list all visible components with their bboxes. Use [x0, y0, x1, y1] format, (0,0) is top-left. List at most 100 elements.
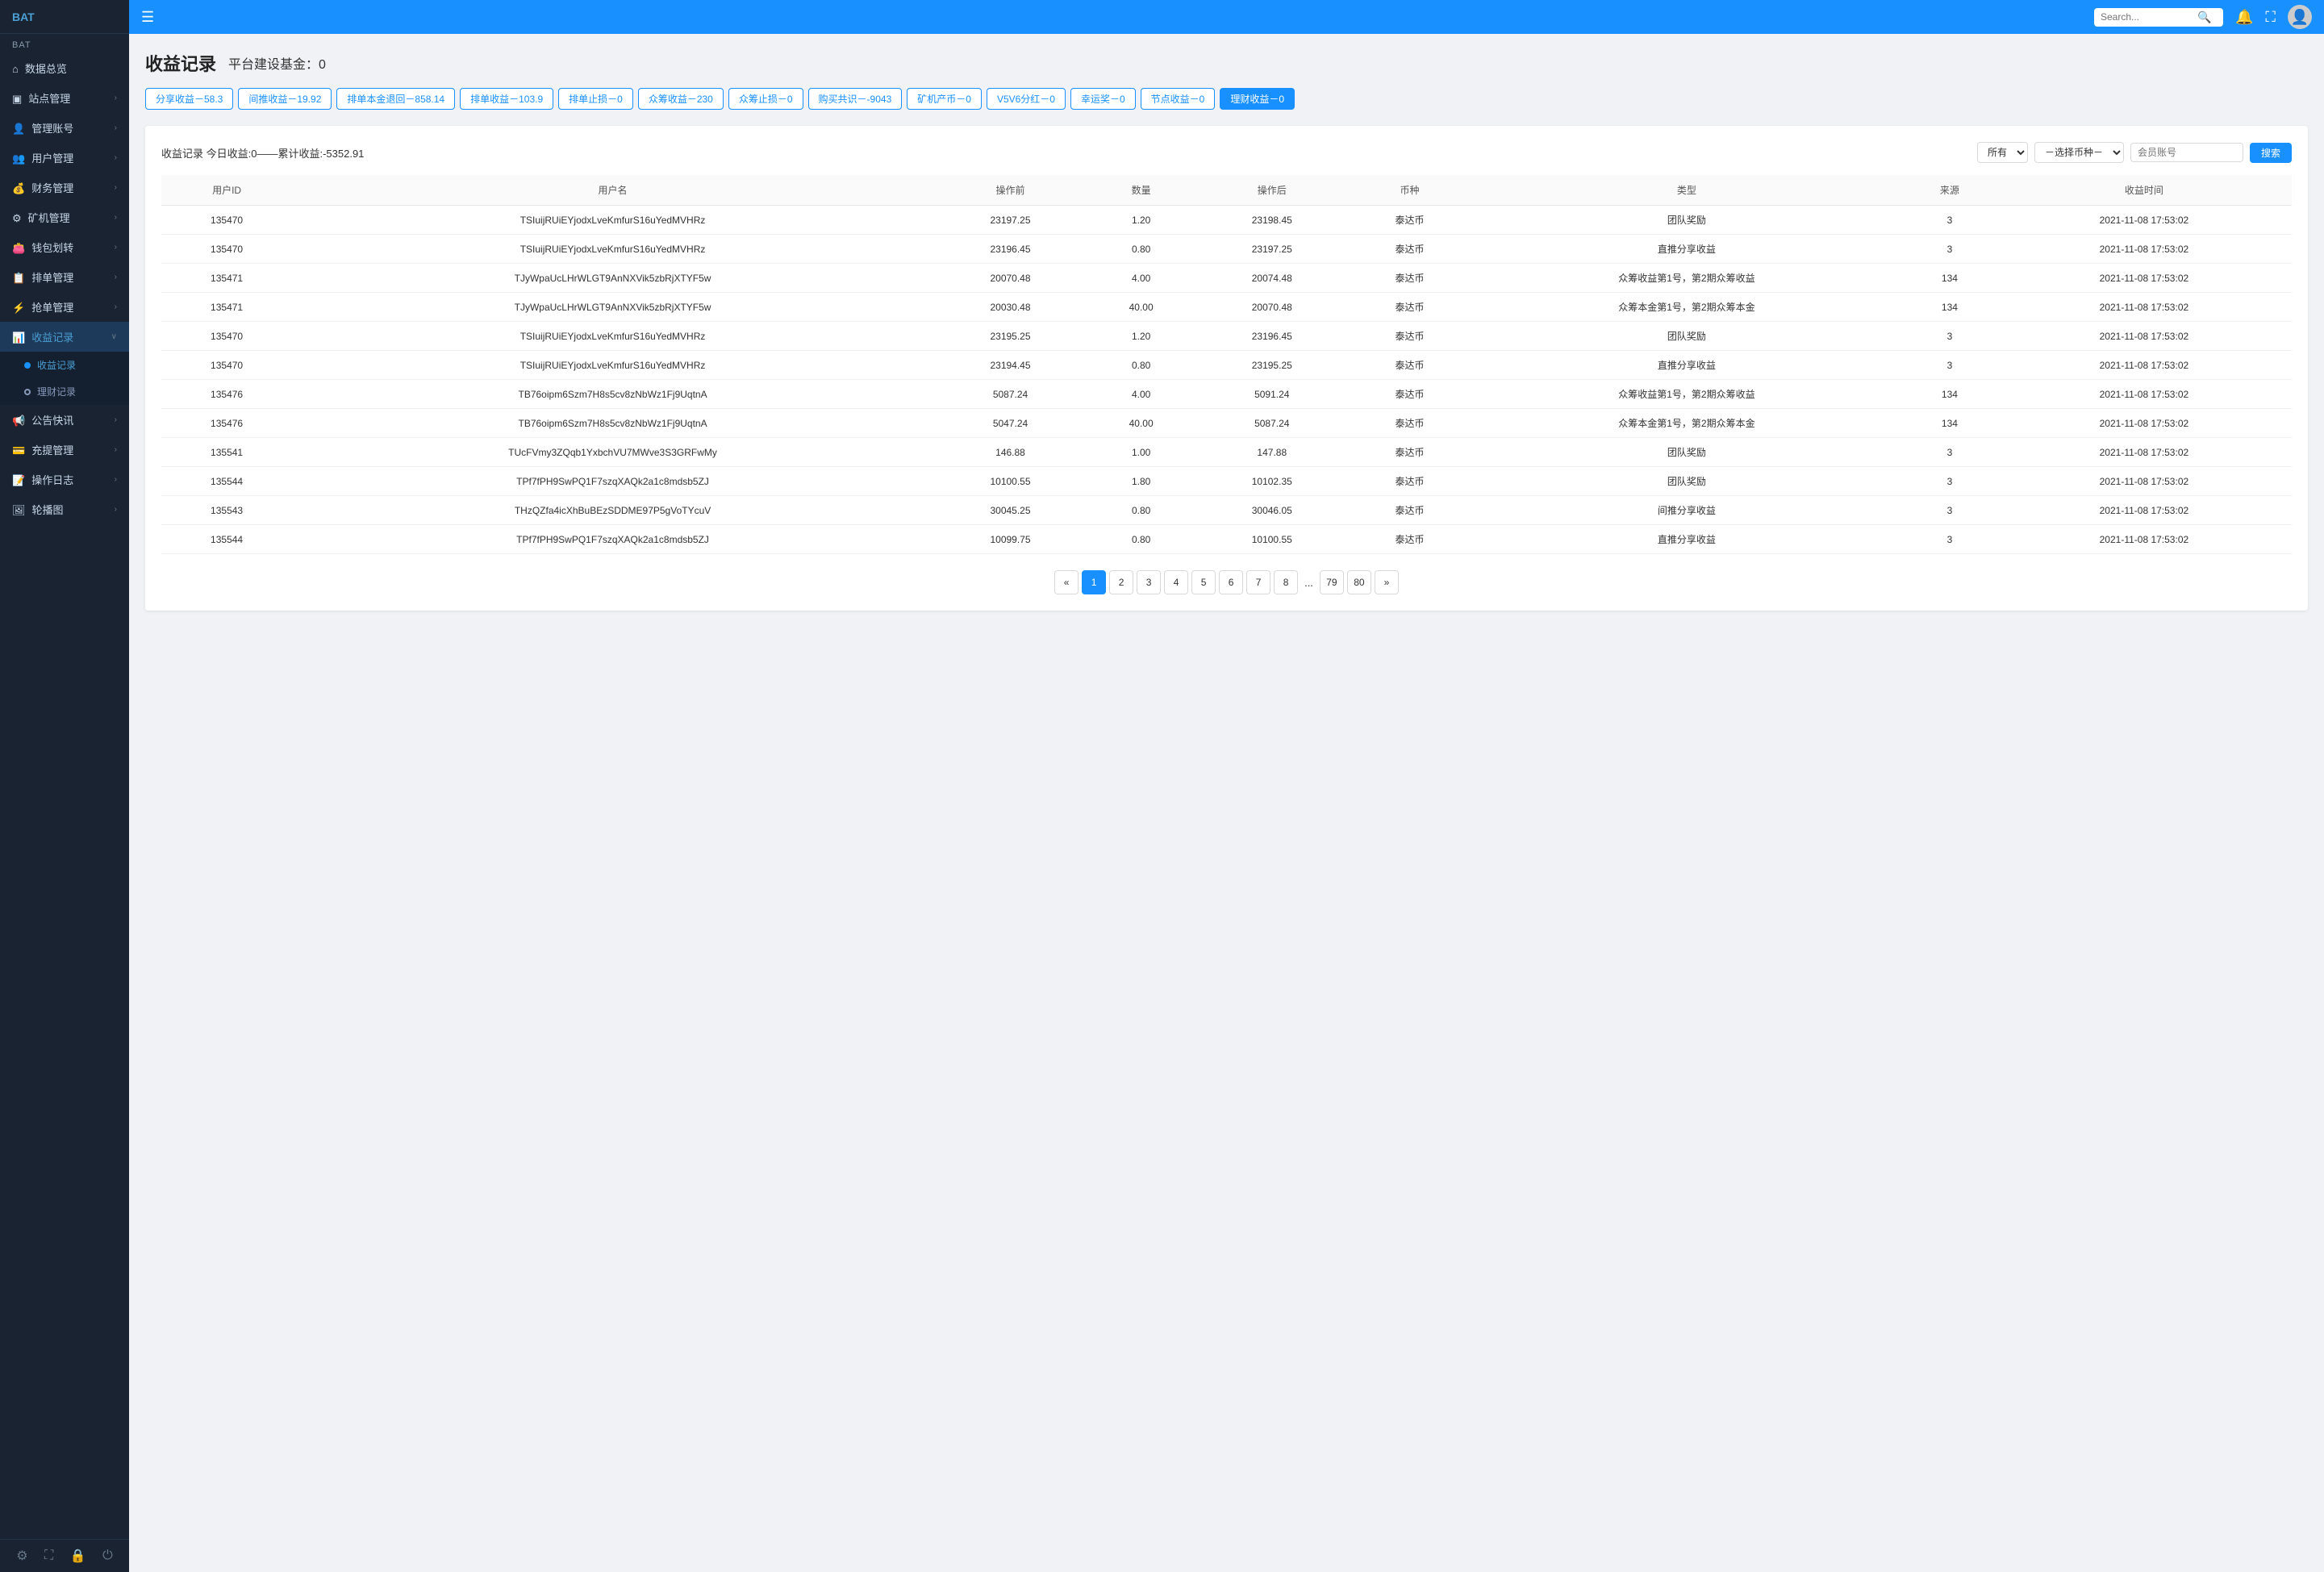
table-row: 135470TSIuijRUiEYjodxLveKmfurS16uYedMVHR… — [161, 235, 2292, 264]
cell-before: 20030.48 — [933, 293, 1087, 322]
col-source: 来源 — [1903, 175, 1996, 206]
sidebar-logo: BAT — [0, 0, 129, 34]
page-6[interactable]: 6 — [1219, 570, 1243, 594]
cell-amount: 1.20 — [1087, 206, 1195, 235]
filter-tab-lucky[interactable]: 幸运奖－0 — [1070, 88, 1136, 110]
filter-tab-share[interactable]: 分享收益－58.3 — [145, 88, 233, 110]
cell-id: 135470 — [161, 322, 292, 351]
filter-tab-crowd-income[interactable]: 众筹收益－230 — [638, 88, 724, 110]
sidebar-item-dashboard[interactable]: ⌂数据总览 — [0, 53, 129, 83]
sidebar-item-announce[interactable]: 📢公告快讯 › — [0, 405, 129, 435]
power-icon[interactable]: ⏻ — [102, 1549, 113, 1563]
sidebar-item-income[interactable]: 📊收益记录 ∨ — [0, 322, 129, 352]
col-type: 类型 — [1471, 175, 1903, 206]
account-icon: 👤 — [12, 123, 25, 135]
sidebar-item-finance[interactable]: 💰财务管理 › — [0, 173, 129, 202]
chevron-right-icon: › — [115, 445, 117, 454]
page-2[interactable]: 2 — [1109, 570, 1133, 594]
page-3[interactable]: 3 — [1137, 570, 1161, 594]
sidebar-item-account[interactable]: 👤管理账号 › — [0, 113, 129, 143]
expand-icon[interactable]: ⛶ — [2265, 9, 2276, 26]
cell-time: 2021-11-08 17:53:02 — [1996, 351, 2292, 380]
filter-tab-buy-common[interactable]: 购买共识－-9043 — [808, 88, 903, 110]
fullscreen-icon[interactable]: ⛶ — [44, 1549, 53, 1563]
page-80[interactable]: 80 — [1347, 570, 1371, 594]
table-row: 135541TUcFVmy3ZQqb1YxbchVU7MWve3S3GRFwMy… — [161, 438, 2292, 467]
cell-time: 2021-11-08 17:53:02 — [1996, 322, 2292, 351]
cell-username: TSIuijRUiEYjodxLveKmfurS16uYedMVHRz — [292, 351, 933, 380]
cell-source: 3 — [1903, 206, 1996, 235]
page-next[interactable]: » — [1375, 570, 1399, 594]
cell-username: TSIuijRUiEYjodxLveKmfurS16uYedMVHRz — [292, 206, 933, 235]
cell-source: 3 — [1903, 438, 1996, 467]
chevron-right-icon: › — [115, 505, 117, 514]
cell-amount: 0.80 — [1087, 525, 1195, 554]
menu-icon[interactable]: ☰ — [141, 9, 154, 26]
cell-coin: 泰达币 — [1349, 525, 1470, 554]
chevron-right-icon: › — [115, 475, 117, 484]
cell-id: 135541 — [161, 438, 292, 467]
cell-after: 147.88 — [1195, 438, 1349, 467]
filter-tab-crowd-stop[interactable]: 众筹止损－0 — [728, 88, 803, 110]
filter-tab-node-income[interactable]: 节点收益－0 — [1141, 88, 1216, 110]
avatar[interactable]: 👤 — [2288, 5, 2312, 29]
cell-amount: 0.80 — [1087, 351, 1195, 380]
cell-time: 2021-11-08 17:53:02 — [1996, 438, 2292, 467]
cell-type: 直推分享收益 — [1471, 235, 1903, 264]
type-select[interactable]: 所有 — [1977, 142, 2028, 163]
cell-time: 2021-11-08 17:53:02 — [1996, 206, 2292, 235]
cell-username: TB76oipm6Szm7H8s5cv8zNbWz1Fj9UqtnA — [292, 409, 933, 438]
sidebar-item-finance-record[interactable]: 理财记录 — [0, 378, 129, 405]
table-row: 135471TJyWpaUcLHrWLGT9AnNXVik5zbRjXTYF5w… — [161, 293, 2292, 322]
page-1[interactable]: 1 — [1082, 570, 1106, 594]
banner-icon: 🖼 — [12, 504, 26, 516]
cell-before: 10100.55 — [933, 467, 1087, 496]
cell-time: 2021-11-08 17:53:02 — [1996, 409, 2292, 438]
header: ☰ 🔍 🔔 ⛶ 👤 — [129, 0, 2324, 34]
search-icon[interactable]: 🔍 — [2197, 10, 2211, 24]
page-7[interactable]: 7 — [1246, 570, 1270, 594]
settings-icon[interactable]: ⚙ — [16, 1548, 27, 1564]
table-row: 135471TJyWpaUcLHrWLGT9AnNXVik5zbRjXTYF5w… — [161, 264, 2292, 293]
cell-coin: 泰达币 — [1349, 467, 1470, 496]
page-5[interactable]: 5 — [1191, 570, 1216, 594]
cell-after: 5087.24 — [1195, 409, 1349, 438]
coin-select[interactable]: －选择币种－ — [2034, 142, 2124, 163]
account-input[interactable] — [2130, 143, 2243, 162]
page-79[interactable]: 79 — [1320, 570, 1344, 594]
sidebar-item-banner[interactable]: 🖼轮播图 › — [0, 494, 129, 524]
sidebar-item-recharge[interactable]: 💳充提管理 › — [0, 435, 129, 465]
sidebar-item-mining[interactable]: ⚙矿机管理 › — [0, 202, 129, 232]
sidebar-item-income-record[interactable]: 收益记录 — [0, 352, 129, 378]
users-icon: 👥 — [12, 152, 25, 165]
sidebar-item-site[interactable]: ▣站点管理 › — [0, 83, 129, 113]
table-row: 135470TSIuijRUiEYjodxLveKmfurS16uYedMVHR… — [161, 351, 2292, 380]
filter-tab-v5v6[interactable]: V5V6分红－0 — [987, 88, 1066, 110]
table-row: 135476TB76oipm6Szm7H8s5cv8zNbWz1Fj9UqtnA… — [161, 409, 2292, 438]
filter-tab-order-stop[interactable]: 排单止损－0 — [558, 88, 633, 110]
site-icon: ▣ — [12, 93, 22, 105]
sidebar-item-wallet[interactable]: 👛钱包划转 › — [0, 232, 129, 262]
page-4[interactable]: 4 — [1164, 570, 1188, 594]
sidebar-item-users[interactable]: 👥用户管理 › — [0, 143, 129, 173]
notification-icon[interactable]: 🔔 — [2235, 9, 2253, 26]
cell-after: 30046.05 — [1195, 496, 1349, 525]
cell-username: TSIuijRUiEYjodxLveKmfurS16uYedMVHRz — [292, 235, 933, 264]
table-row: 135543THzQZfa4icXhBuBEzSDDME97P5gVoTYcuV… — [161, 496, 2292, 525]
filter-tab-order-income[interactable]: 排单收益－103.9 — [460, 88, 553, 110]
cell-id: 135471 — [161, 293, 292, 322]
filter-tab-order-refund[interactable]: 排单本金退回－858.14 — [336, 88, 455, 110]
filter-tab-miner-coin[interactable]: 矿机产币－0 — [907, 88, 982, 110]
sidebar-item-order[interactable]: 📋排单管理 › — [0, 262, 129, 292]
cell-amount: 0.80 — [1087, 235, 1195, 264]
sidebar-item-grab[interactable]: ⚡抢单管理 › — [0, 292, 129, 322]
filter-tab-recommend[interactable]: 间推收益－19.92 — [238, 88, 332, 110]
search-button[interactable]: 搜索 — [2250, 143, 2292, 163]
lock-icon[interactable]: 🔒 — [70, 1548, 86, 1564]
sidebar-item-oplog[interactable]: 📝操作日志 › — [0, 465, 129, 494]
filter-tab-finance-income[interactable]: 理财收益－0 — [1220, 88, 1295, 110]
page-8[interactable]: 8 — [1274, 570, 1298, 594]
page-prev[interactable]: « — [1054, 570, 1079, 594]
search-bar[interactable]: 🔍 — [2094, 8, 2223, 27]
search-input[interactable] — [2101, 11, 2197, 23]
